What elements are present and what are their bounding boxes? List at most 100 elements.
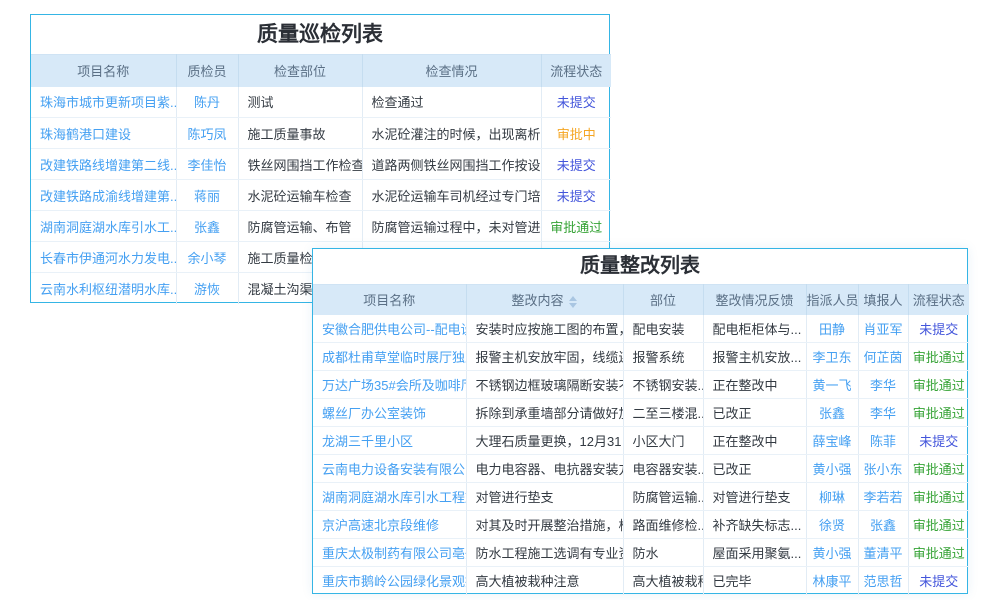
project-name-link[interactable]: 云南水利枢纽潜明水库... [31, 273, 176, 304]
person-name-cell: 薛宝峰 [806, 427, 858, 455]
table-cell: 屋面采用聚氨... [703, 539, 806, 567]
column-header-3: 部位 [623, 285, 703, 315]
project-name-link[interactable]: 长春市伊通河水力发电... [31, 242, 176, 273]
person-name-cell: 张鑫 [176, 211, 238, 242]
table-row: 重庆市鹅岭公园绿化景观提升...高大植被栽种注意高大植被栽种已完毕林康平范思哲未… [313, 567, 969, 595]
column-header-1: 项目名称 [313, 285, 466, 315]
person-name-cell: 黄小强 [806, 455, 858, 483]
column-header-label: 整改情况反馈 [715, 293, 793, 308]
table-cell: 高大植被栽种 [623, 567, 703, 595]
person-name-cell: 黄一飞 [806, 371, 858, 399]
table-cell: 正在整改中 [703, 371, 806, 399]
project-name-link[interactable]: 改建铁路成渝线增建第... [31, 180, 176, 211]
status-badge: 审批通过 [908, 483, 969, 511]
table-row: 珠海鹤港口建设陈巧凤施工质量事故水泥砼灌注的时候，出现离析现象审批中 [31, 118, 611, 149]
inspection-header-row: 项目名称质检员检查部位检查情况流程状态 [31, 55, 611, 87]
table-row: 湖南洞庭湖水库引水工...张鑫防腐管运输、布管防腐管运输过程中，未对管进行...… [31, 211, 611, 242]
project-name-link[interactable]: 万达广场35#会所及咖啡厅空... [313, 371, 466, 399]
project-name-link[interactable]: 湖南洞庭湖水库引水工程施工I标 [313, 483, 466, 511]
project-name-link[interactable]: 云南电力设备安装有限公司20... [313, 455, 466, 483]
table-cell: 对管进行垫支 [466, 483, 623, 511]
rectification-table: 项目名称整改内容部位整改情况反馈指派人员填报人流程状态 安徽合肥供电公司--配电… [313, 284, 969, 595]
column-header-label: 质检员 [187, 64, 226, 79]
column-header-6: 填报人 [858, 285, 908, 315]
sort-carets-icon[interactable] [568, 296, 578, 308]
table-cell: 配电柜柜体与... [703, 315, 806, 343]
project-name-link[interactable]: 湖南洞庭湖水库引水工... [31, 211, 176, 242]
project-name-link[interactable]: 螺丝厂办公室装饰 [313, 399, 466, 427]
table-cell: 铁丝网围挡工作检查 [238, 149, 362, 180]
project-name-link[interactable]: 改建铁路线增建第二线... [31, 149, 176, 180]
person-name-cell: 何芷茵 [858, 343, 908, 371]
status-badge: 未提交 [908, 427, 969, 455]
person-name-cell: 李佳怡 [176, 149, 238, 180]
table-cell: 防水工程施工选调有专业资质... [466, 539, 623, 567]
column-header-3: 检查部位 [238, 55, 362, 87]
person-name-cell: 陈巧凤 [176, 118, 238, 149]
status-badge: 未提交 [908, 315, 969, 343]
person-name-cell: 徐贤 [806, 511, 858, 539]
project-name-link[interactable]: 安徽合肥供电公司--配电设备... [313, 315, 466, 343]
table-row: 云南电力设备安装有限公司20...电力电容器、电抗器安装方案...电容器安装..… [313, 455, 969, 483]
table-cell: 二至三楼混... [623, 399, 703, 427]
table-row: 万达广场35#会所及咖啡厅空...不锈钢边框玻璃隔断安装不牢...不锈钢安装..… [313, 371, 969, 399]
table-cell: 已改正 [703, 455, 806, 483]
person-name-cell: 李卫东 [806, 343, 858, 371]
table-cell: 防腐管运输... [623, 483, 703, 511]
project-name-link[interactable]: 京沪高速北京段维修 [313, 511, 466, 539]
column-header-label: 检查部位 [274, 64, 326, 79]
table-cell: 检查通过 [362, 87, 541, 118]
table-row: 改建铁路成渝线增建第...蒋丽水泥砼运输车检查水泥砼运输车司机经过专门培训...… [31, 180, 611, 211]
status-badge: 审批通过 [908, 399, 969, 427]
table-row: 螺丝厂办公室装饰拆除到承重墙部分请做好加固...二至三楼混...已改正张鑫李华审… [313, 399, 969, 427]
status-badge: 未提交 [541, 180, 611, 211]
project-name-link[interactable]: 重庆太极制药有限公司亳州中... [313, 539, 466, 567]
person-name-cell: 陈丹 [176, 87, 238, 118]
table-cell: 配电安装 [623, 315, 703, 343]
table-cell: 已完毕 [703, 567, 806, 595]
person-name-cell: 董清平 [858, 539, 908, 567]
table-cell: 道路两侧铁丝网围挡工作按设计... [362, 149, 541, 180]
person-name-cell: 李华 [858, 399, 908, 427]
column-header-label: 检查情况 [425, 64, 477, 79]
column-header-2: 质检员 [176, 55, 238, 87]
table-cell: 路面维修检... [623, 511, 703, 539]
table-row: 改建铁路线增建第二线...李佳怡铁丝网围挡工作检查道路两侧铁丝网围挡工作按设计.… [31, 149, 611, 180]
status-badge: 审批通过 [908, 343, 969, 371]
column-header-label: 部位 [650, 293, 676, 308]
status-badge: 审批通过 [541, 211, 611, 242]
column-header-label: 流程状态 [913, 293, 965, 308]
table-cell: 电力电容器、电抗器安装方案... [466, 455, 623, 483]
person-name-cell: 陈菲 [858, 427, 908, 455]
column-header-label: 流程状态 [550, 64, 602, 79]
status-badge: 审批通过 [908, 371, 969, 399]
project-name-link[interactable]: 珠海市城市更新项目紫... [31, 87, 176, 118]
table-cell: 不锈钢边框玻璃隔断安装不牢... [466, 371, 623, 399]
table-row: 安徽合肥供电公司--配电设备...安装时应按施工图的布置，将...配电安装配电柜… [313, 315, 969, 343]
column-header-4: 整改情况反馈 [703, 285, 806, 315]
table-cell: 报警系统 [623, 343, 703, 371]
person-name-cell: 黄小强 [806, 539, 858, 567]
column-header-4: 检查情况 [362, 55, 541, 87]
table-cell: 报警主机安放... [703, 343, 806, 371]
table-cell: 水泥砼灌注的时候，出现离析现象 [362, 118, 541, 149]
person-name-cell: 林康平 [806, 567, 858, 595]
table-cell: 对其及时开展整治措施，桥头... [466, 511, 623, 539]
person-name-cell: 范思哲 [858, 567, 908, 595]
project-name-link[interactable]: 成都杜甫草堂临时展厅独立展... [313, 343, 466, 371]
table-row: 京沪高速北京段维修对其及时开展整治措施，桥头...路面维修检...补齐缺失标志.… [313, 511, 969, 539]
project-name-link[interactable]: 重庆市鹅岭公园绿化景观提升... [313, 567, 466, 595]
table-cell: 电容器安装... [623, 455, 703, 483]
column-header-2[interactable]: 整改内容 [466, 285, 623, 315]
project-name-link[interactable]: 珠海鹤港口建设 [31, 118, 176, 149]
person-name-cell: 张鑫 [806, 399, 858, 427]
table-cell: 正在整改中 [703, 427, 806, 455]
table-cell: 已改正 [703, 399, 806, 427]
table-row: 湖南洞庭湖水库引水工程施工I标对管进行垫支防腐管运输...对管进行垫支柳琳李若若… [313, 483, 969, 511]
person-name-cell: 余小琴 [176, 242, 238, 273]
table-cell: 不锈钢安装... [623, 371, 703, 399]
project-name-link[interactable]: 龙湖三千里小区 [313, 427, 466, 455]
table-cell: 报警主机安放牢固，线缆连接... [466, 343, 623, 371]
table-row: 珠海市城市更新项目紫...陈丹测试检查通过未提交 [31, 87, 611, 118]
table-title-inspection: 质量巡检列表 [31, 15, 609, 54]
